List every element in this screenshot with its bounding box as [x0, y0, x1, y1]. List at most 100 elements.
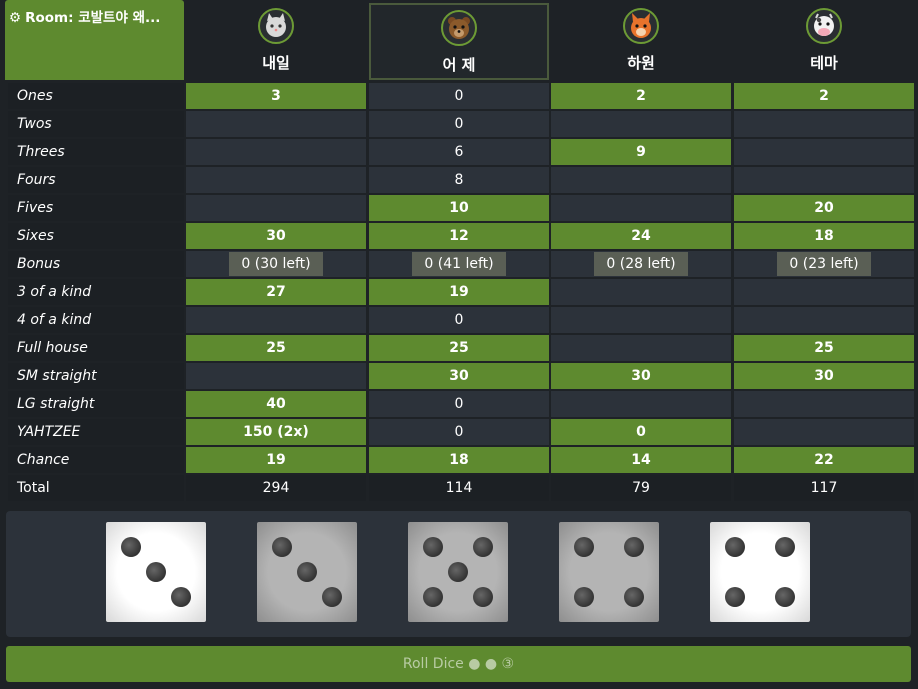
dice-tray [6, 511, 911, 637]
bonus-badge: 0 (28 left) [594, 252, 688, 276]
score-cell: 0 [369, 307, 549, 333]
score-cell[interactable] [551, 391, 731, 417]
score-row: Fives 10 20 [0, 194, 918, 222]
category-label: 3 of a kind [8, 279, 184, 305]
die-1[interactable] [106, 522, 206, 622]
score-cell: 0 [369, 419, 549, 445]
score-cell: 294 [186, 475, 366, 501]
die-pip [725, 587, 745, 607]
room-title[interactable]: ⚙ Room: 코발트야 왜... [5, 0, 184, 80]
player-header-4: 테마 [734, 0, 914, 80]
die-pip [146, 562, 166, 582]
category-label: Bonus [8, 251, 184, 277]
category-label: SM straight [8, 363, 184, 389]
bonus-badge: 0 (41 left) [412, 252, 506, 276]
score-cell[interactable] [551, 279, 731, 305]
score-cell: 117 [734, 475, 914, 501]
category-label: Fives [8, 195, 184, 221]
score-cell[interactable] [734, 307, 914, 333]
score-cell: 0 [369, 83, 549, 109]
gear-icon[interactable]: ⚙ [9, 10, 21, 26]
die-pip [121, 537, 141, 557]
category-label: Ones [8, 83, 184, 109]
category-label: Chance [8, 447, 184, 473]
die-pip [624, 537, 644, 557]
score-row: YAHTZEE 150 (2x) 0 0 [0, 418, 918, 446]
score-row: Full house 25 25 25 [0, 334, 918, 362]
score-cell: 14 [551, 447, 731, 473]
player-name: 내일 [262, 54, 290, 72]
score-cell: 25 [186, 335, 366, 361]
score-cell[interactable] [734, 111, 914, 137]
category-label: Full house [8, 335, 184, 361]
die-2[interactable] [257, 522, 357, 622]
score-row: Twos 0 [0, 110, 918, 138]
score-cell[interactable] [551, 195, 731, 221]
die-pip [775, 537, 795, 557]
score-cell: 18 [734, 223, 914, 249]
score-cell: 0 [369, 111, 549, 137]
score-row: LG straight 40 0 [0, 390, 918, 418]
die-pip [297, 562, 317, 582]
score-row: Bonus 0 (30 left) 0 (41 left) 0 (28 left) 0 … [0, 250, 918, 278]
score-cell: 22 [734, 447, 914, 473]
die-pip [473, 587, 493, 607]
die-pip [171, 587, 191, 607]
score-cell: 6 [369, 139, 549, 165]
score-cell: 30 [186, 223, 366, 249]
die-pip [574, 587, 594, 607]
score-cell: 2 [734, 83, 914, 109]
score-cell: 79 [551, 475, 731, 501]
category-label: Twos [8, 111, 184, 137]
score-cell[interactable] [186, 139, 366, 165]
die-pip [624, 587, 644, 607]
score-cell: 30 [551, 363, 731, 389]
score-cell[interactable] [734, 391, 914, 417]
category-label: Fours [8, 167, 184, 193]
score-cell: 40 [186, 391, 366, 417]
score-cell[interactable] [734, 419, 914, 445]
score-row: Fours 8 [0, 166, 918, 194]
score-cell[interactable] [551, 307, 731, 333]
score-cell[interactable] [734, 139, 914, 165]
die-pip [423, 537, 443, 557]
score-cell[interactable] [734, 279, 914, 305]
score-cell[interactable] [186, 363, 366, 389]
score-row: Sixes 30 12 24 18 [0, 222, 918, 250]
roll-dice-button[interactable]: Roll Dice ● ● ③ [6, 646, 911, 682]
die-4[interactable] [559, 522, 659, 622]
category-label: YAHTZEE [8, 419, 184, 445]
score-cell: 150 (2x) [186, 419, 366, 445]
die-pip [473, 537, 493, 557]
die-3[interactable] [408, 522, 508, 622]
die-pip [725, 537, 745, 557]
score-cell[interactable] [551, 335, 731, 361]
die-pip [322, 587, 342, 607]
score-cell: 2 [551, 83, 731, 109]
die-5[interactable] [710, 522, 810, 622]
score-cell[interactable] [551, 111, 731, 137]
player-name: 하원 [627, 54, 655, 72]
score-cell: 25 [369, 335, 549, 361]
score-cell: 0 (28 left) [551, 251, 731, 277]
cow-avatar-icon [806, 8, 842, 44]
score-cell[interactable] [186, 195, 366, 221]
score-cell[interactable] [186, 167, 366, 193]
score-row: Total 294 114 79 117 [0, 474, 918, 502]
bonus-badge: 0 (30 left) [229, 252, 323, 276]
score-cell[interactable] [186, 307, 366, 333]
score-cell[interactable] [551, 167, 731, 193]
score-cell: 0 [551, 419, 731, 445]
score-cell: 9 [551, 139, 731, 165]
score-row: Chance 19 18 14 22 [0, 446, 918, 474]
score-cell[interactable] [186, 111, 366, 137]
cat-avatar-icon [258, 8, 294, 44]
score-row: Threes 6 9 [0, 138, 918, 166]
squirrel-avatar-icon [623, 8, 659, 44]
score-cell: 10 [369, 195, 549, 221]
player-name: 어 제 [442, 56, 476, 74]
score-cell[interactable] [734, 167, 914, 193]
score-row: Ones 3 0 2 2 [0, 82, 918, 110]
player-name: 테마 [810, 54, 838, 72]
score-cell: 27 [186, 279, 366, 305]
